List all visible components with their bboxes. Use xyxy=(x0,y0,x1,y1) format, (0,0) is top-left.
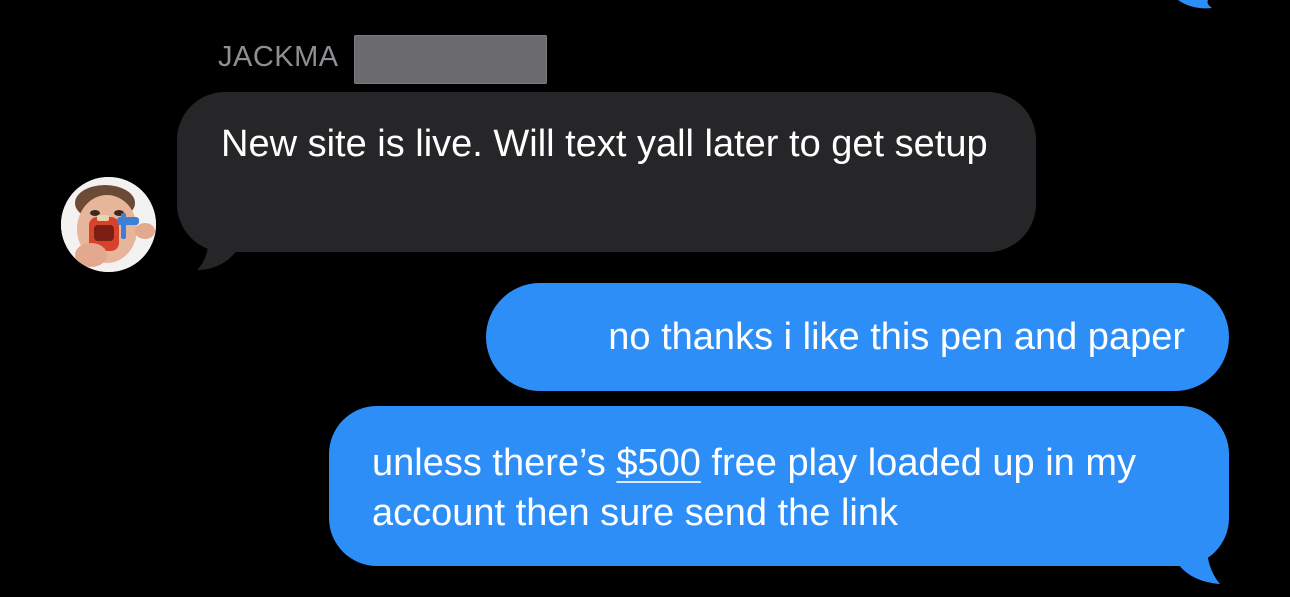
previous-bubble-tail xyxy=(1178,0,1212,9)
sender-name: JACKMA xyxy=(218,41,339,73)
contact-avatar-photo-icon xyxy=(61,177,156,272)
outgoing-message-bubble-2[interactable]: unless there’s $500 free play loaded up … xyxy=(329,406,1229,566)
outgoing-message-text-before-link: unless there’s xyxy=(372,442,617,484)
message-thread: JACKMA New site is live. Will text yall … xyxy=(0,0,1290,597)
contact-avatar[interactable] xyxy=(61,177,156,272)
amount-link[interactable]: $500 xyxy=(616,442,701,484)
outgoing-message-bubble-1[interactable]: no thanks i like this pen and paper xyxy=(486,283,1229,391)
incoming-bubble-tail xyxy=(197,226,239,270)
incoming-message-bubble[interactable]: New site is live. Will text yall later t… xyxy=(177,92,1036,252)
name-redaction-block xyxy=(354,35,547,84)
incoming-message-text: New site is live. Will text yall later t… xyxy=(221,123,988,165)
outgoing-bubble-tail xyxy=(1178,538,1220,584)
outgoing-message-text-1: no thanks i like this pen and paper xyxy=(608,316,1185,358)
